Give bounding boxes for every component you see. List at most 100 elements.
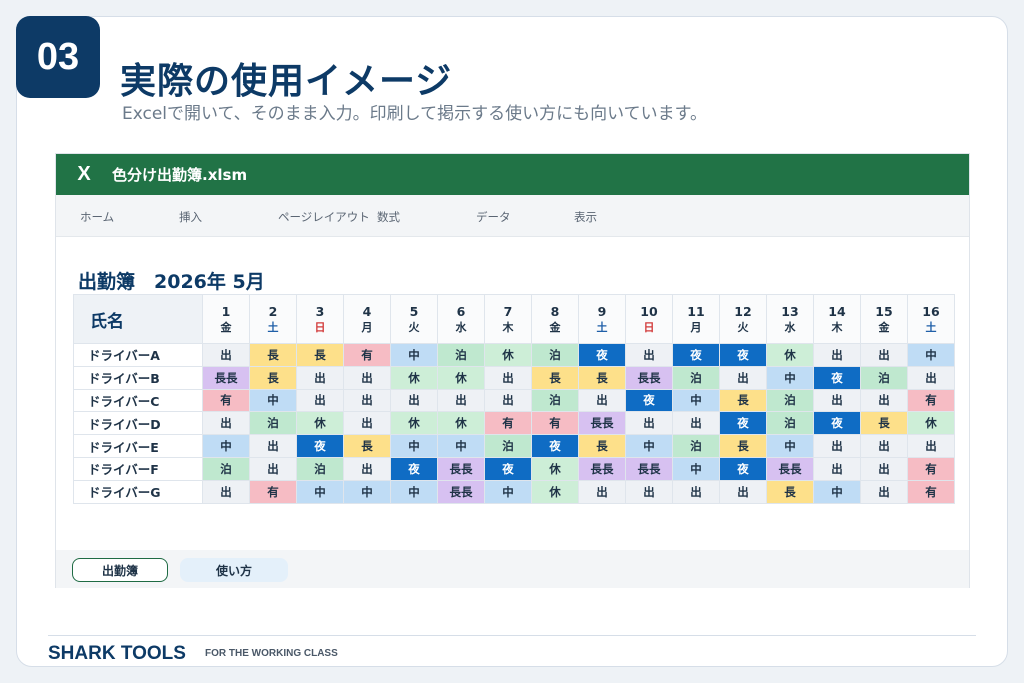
shift-cell[interactable]: 長長 bbox=[578, 456, 626, 481]
shift-cell[interactable]: 出 bbox=[860, 388, 908, 413]
shift-cell[interactable]: 有 bbox=[484, 411, 532, 436]
shift-cell[interactable]: 長 bbox=[766, 479, 814, 504]
shift-cell[interactable]: 長 bbox=[249, 365, 297, 390]
shift-cell[interactable]: 出 bbox=[343, 365, 391, 390]
shift-cell[interactable]: 休 bbox=[390, 411, 438, 436]
driver-name[interactable]: ドライバーB bbox=[73, 365, 203, 390]
shift-cell[interactable]: 泊 bbox=[437, 343, 485, 367]
shift-cell[interactable]: 休 bbox=[437, 411, 485, 436]
shift-cell[interactable]: 中 bbox=[813, 479, 861, 504]
shift-cell[interactable]: 長長 bbox=[437, 456, 485, 481]
shift-cell[interactable]: 有 bbox=[202, 388, 250, 413]
shift-cell[interactable]: 長長 bbox=[625, 365, 673, 390]
shift-cell[interactable]: 出 bbox=[719, 365, 767, 390]
shift-cell[interactable]: 出 bbox=[860, 434, 908, 458]
driver-name[interactable]: ドライバーC bbox=[73, 388, 203, 413]
shift-cell[interactable]: 中 bbox=[202, 434, 250, 458]
shift-cell[interactable]: 中 bbox=[343, 479, 391, 504]
shift-cell[interactable]: 出 bbox=[813, 456, 861, 481]
shift-cell[interactable]: 泊 bbox=[484, 434, 532, 458]
shift-cell[interactable]: 夜 bbox=[625, 388, 673, 413]
ribbon-tab-data[interactable]: データ bbox=[476, 209, 511, 225]
shift-cell[interactable]: 出 bbox=[860, 456, 908, 481]
shift-cell[interactable]: 出 bbox=[202, 343, 250, 367]
shift-cell[interactable]: 泊 bbox=[249, 411, 297, 436]
ribbon-tab-insert[interactable]: 挿入 bbox=[179, 209, 202, 225]
shift-cell[interactable]: 出 bbox=[578, 388, 626, 413]
shift-cell[interactable]: 長 bbox=[296, 343, 344, 367]
shift-cell[interactable]: 夜 bbox=[813, 411, 861, 436]
shift-cell[interactable]: 休 bbox=[296, 411, 344, 436]
shift-cell[interactable]: 出 bbox=[907, 434, 955, 458]
shift-cell[interactable]: 有 bbox=[907, 388, 955, 413]
shift-cell[interactable]: 出 bbox=[437, 388, 485, 413]
shift-cell[interactable]: 中 bbox=[766, 365, 814, 390]
shift-cell[interactable]: 出 bbox=[484, 365, 532, 390]
ribbon-tab-view[interactable]: 表示 bbox=[574, 209, 597, 225]
shift-cell[interactable]: 夜 bbox=[578, 343, 626, 367]
shift-cell[interactable]: 中 bbox=[296, 479, 344, 504]
shift-cell[interactable]: 中 bbox=[907, 343, 955, 367]
shift-cell[interactable]: 長 bbox=[578, 434, 626, 458]
shift-cell[interactable]: 夜 bbox=[672, 343, 720, 367]
shift-cell[interactable]: 夜 bbox=[484, 456, 532, 481]
shift-cell[interactable]: 泊 bbox=[672, 365, 720, 390]
shift-cell[interactable]: 中 bbox=[390, 479, 438, 504]
shift-cell[interactable]: 長長 bbox=[766, 456, 814, 481]
shift-cell[interactable]: 泊 bbox=[766, 411, 814, 436]
shift-cell[interactable]: 長長 bbox=[578, 411, 626, 436]
shift-cell[interactable]: 出 bbox=[719, 479, 767, 504]
shift-cell[interactable]: 中 bbox=[484, 479, 532, 504]
shift-cell[interactable]: 泊 bbox=[531, 343, 579, 367]
shift-cell[interactable]: 出 bbox=[343, 456, 391, 481]
shift-cell[interactable]: 夜 bbox=[296, 434, 344, 458]
shift-cell[interactable]: 泊 bbox=[296, 456, 344, 481]
shift-cell[interactable]: 出 bbox=[249, 434, 297, 458]
shift-cell[interactable]: 出 bbox=[625, 343, 673, 367]
shift-cell[interactable]: 長 bbox=[343, 434, 391, 458]
shift-cell[interactable]: 中 bbox=[672, 388, 720, 413]
shift-cell[interactable]: 出 bbox=[860, 479, 908, 504]
shift-cell[interactable]: 泊 bbox=[202, 456, 250, 481]
shift-cell[interactable]: 出 bbox=[296, 365, 344, 390]
shift-cell[interactable]: 休 bbox=[531, 479, 579, 504]
shift-cell[interactable]: 夜 bbox=[719, 411, 767, 436]
shift-cell[interactable]: 泊 bbox=[766, 388, 814, 413]
shift-cell[interactable]: 中 bbox=[766, 434, 814, 458]
shift-cell[interactable]: 出 bbox=[343, 411, 391, 436]
shift-cell[interactable]: 有 bbox=[531, 411, 579, 436]
sheet-tab-attendance[interactable]: 出勤簿 bbox=[72, 558, 168, 582]
shift-cell[interactable]: 出 bbox=[625, 411, 673, 436]
shift-cell[interactable]: 長 bbox=[531, 365, 579, 390]
shift-cell[interactable]: 夜 bbox=[813, 365, 861, 390]
ribbon-tab-formulas[interactable]: 数式 bbox=[377, 209, 400, 225]
shift-cell[interactable]: 休 bbox=[766, 343, 814, 367]
shift-cell[interactable]: 中 bbox=[390, 434, 438, 458]
driver-name[interactable]: ドライバーF bbox=[73, 456, 203, 481]
ribbon-tab-page-layout[interactable]: ページレイアウト bbox=[278, 209, 370, 225]
sheet-tab-howto[interactable]: 使い方 bbox=[180, 558, 288, 582]
shift-cell[interactable]: 出 bbox=[390, 388, 438, 413]
shift-cell[interactable]: 出 bbox=[860, 343, 908, 367]
shift-cell[interactable]: 出 bbox=[672, 411, 720, 436]
shift-cell[interactable]: 出 bbox=[813, 434, 861, 458]
shift-cell[interactable]: 休 bbox=[907, 411, 955, 436]
shift-cell[interactable]: 休 bbox=[484, 343, 532, 367]
shift-cell[interactable]: 長 bbox=[719, 388, 767, 413]
shift-cell[interactable]: 長 bbox=[249, 343, 297, 367]
driver-name[interactable]: ドライバーA bbox=[73, 343, 203, 367]
shift-cell[interactable]: 出 bbox=[672, 479, 720, 504]
driver-name[interactable]: ドライバーD bbox=[73, 411, 203, 436]
shift-cell[interactable]: 夜 bbox=[531, 434, 579, 458]
shift-cell[interactable]: 夜 bbox=[719, 456, 767, 481]
shift-cell[interactable]: 出 bbox=[484, 388, 532, 413]
ribbon-tab-home[interactable]: ホーム bbox=[80, 209, 114, 225]
shift-cell[interactable]: 中 bbox=[249, 388, 297, 413]
shift-cell[interactable]: 有 bbox=[249, 479, 297, 504]
shift-cell[interactable]: 中 bbox=[672, 456, 720, 481]
shift-cell[interactable]: 出 bbox=[813, 388, 861, 413]
shift-cell[interactable]: 泊 bbox=[672, 434, 720, 458]
shift-cell[interactable]: 出 bbox=[202, 411, 250, 436]
shift-cell[interactable]: 有 bbox=[343, 343, 391, 367]
shift-cell[interactable]: 長長 bbox=[625, 456, 673, 481]
